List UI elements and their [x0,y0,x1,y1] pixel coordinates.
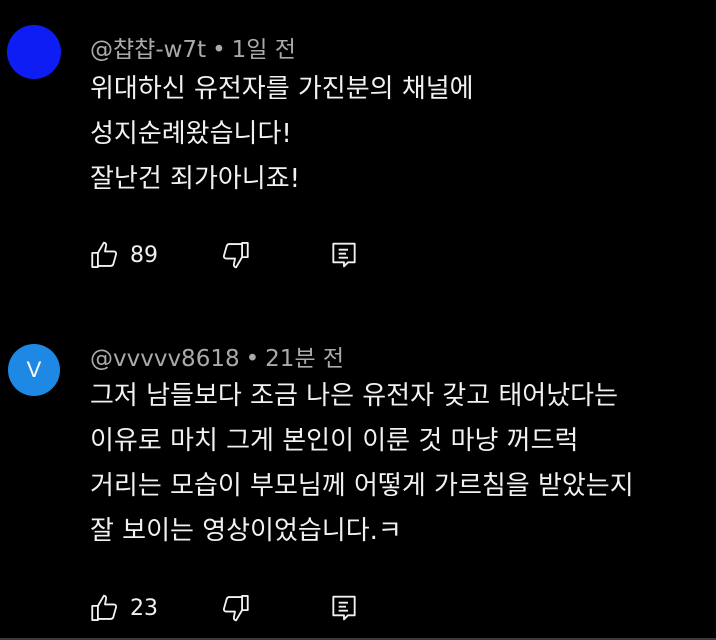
like-button[interactable]: 89 [88,238,218,272]
thumbs-down-icon [218,238,252,272]
avatar[interactable]: V [8,344,60,396]
avatar[interactable] [7,25,61,79]
comment-text-line: 잘난건 죄가아니죠! [90,164,301,194]
comment-actions: 89 [88,235,360,275]
comment-time[interactable]: 21분 전 [265,346,344,372]
like-button[interactable]: 23 [88,591,218,625]
comment-text-line: 위대하신 유전자를 가진분의 채널에 [90,74,474,104]
separator-dot: • [245,346,260,372]
dislike-button[interactable] [218,238,328,272]
comment-author[interactable]: @챱챱-w7t [90,37,206,63]
comment-text-line: 이유로 마치 그게 본인이 이룬 것 마냥 꺼드럭 [90,426,579,456]
comment-text: 그저 남들보다 조금 나은 유전자 갖고 태어났다는 이유로 마치 그게 본인이… [90,374,634,554]
comment-actions: 23 [88,588,360,628]
comment-thread-item: V @vvvvv8618 • 21분 전 그저 남들보다 조금 나은 유전자 갖고 … [0,318,716,640]
reply-comment-icon [328,239,360,271]
comment-text-line: 그저 남들보다 조금 나은 유전자 갖고 태어났다는 [90,381,618,411]
comment-time[interactable]: 1일 전 [232,37,296,63]
comment-text: 위대하신 유전자를 가진분의 채널에 성지순례왔습니다! 잘난건 죄가아니죠! [90,67,474,202]
comment-text-line: 성지순례왔습니다! [90,119,292,149]
separator-dot: • [212,37,226,63]
like-count: 23 [130,595,158,621]
comment-author[interactable]: @vvvvv8618 [90,346,240,372]
like-count: 89 [130,242,158,268]
reply-button[interactable] [328,239,360,271]
thumbs-up-icon [88,238,122,272]
reply-button[interactable] [328,592,360,624]
comment-thread-item: @챱챱-w7t • 1일 전 위대하신 유전자를 가진분의 채널에 성지순례왔습니다… [0,0,716,300]
thumbs-up-icon [88,591,122,625]
thumbs-down-icon [218,591,252,625]
comment-text-line: 잘 보이는 영상이었습니다.ㅋ [90,516,402,546]
comment-header: @vvvvv8618 • 21분 전 [90,339,344,373]
dislike-button[interactable] [218,591,328,625]
comment-header: @챱챱-w7t • 1일 전 [90,30,296,64]
reply-comment-icon [328,592,360,624]
comment-text-line: 거리는 모습이 부모님께 어떻게 가르침을 받았는지 [90,471,634,501]
